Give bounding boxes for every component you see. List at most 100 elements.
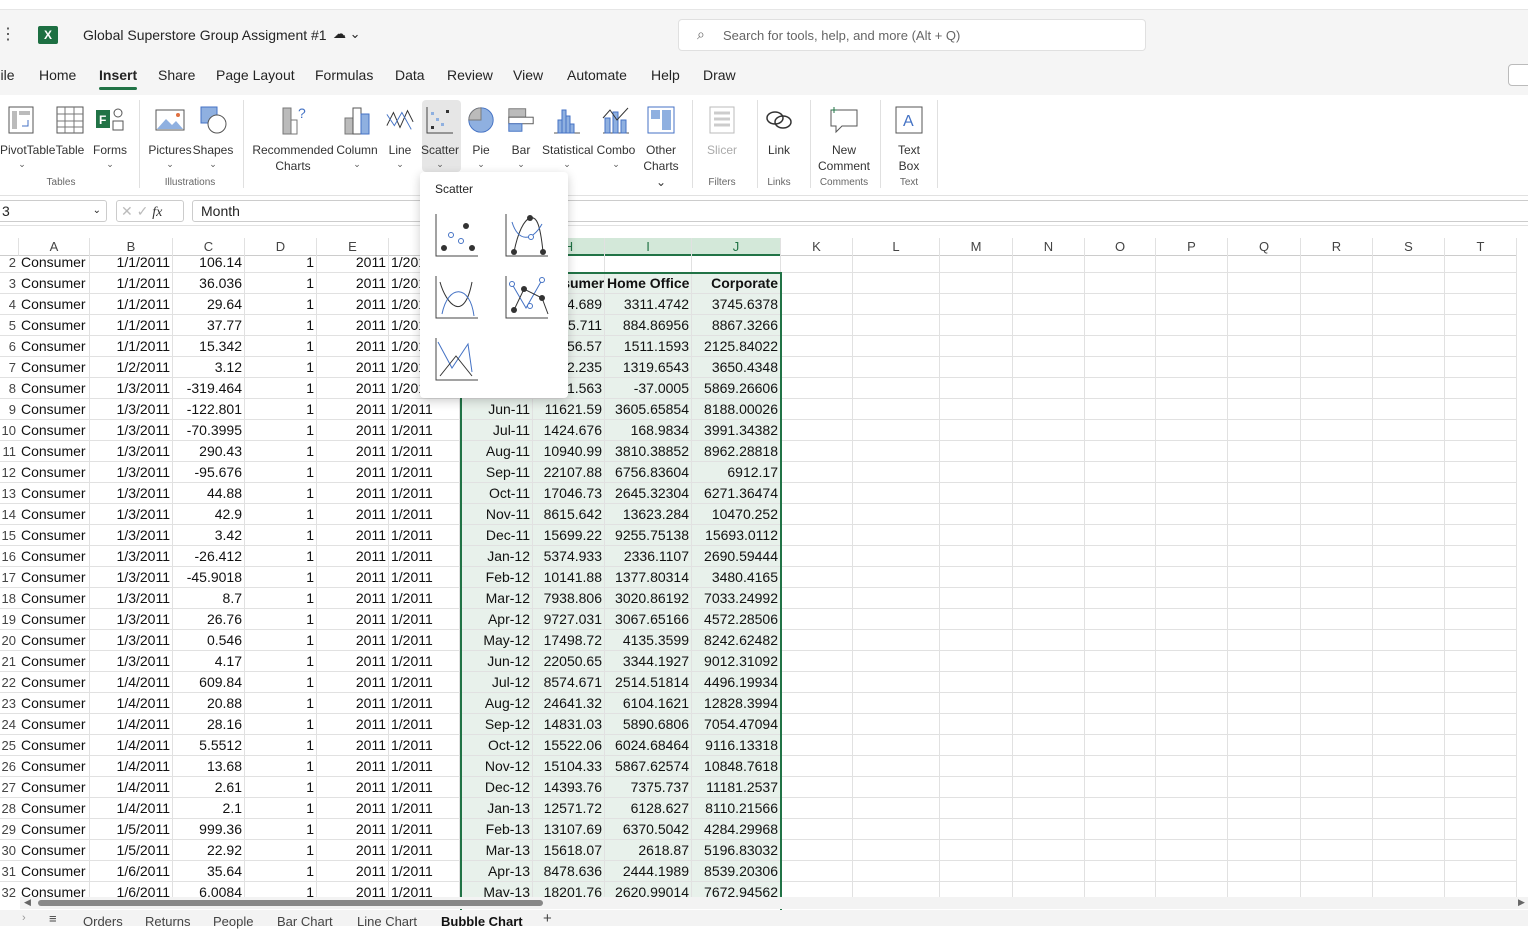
cell-l31[interactable] xyxy=(853,861,940,882)
cell-h19[interactable]: 9727.031 xyxy=(533,609,605,630)
cell-b27[interactable]: 1/4/2011 xyxy=(90,777,173,798)
cell-o18[interactable] xyxy=(1085,588,1156,609)
cell-g22[interactable]: Jul-12 xyxy=(460,672,533,693)
cell-f32[interactable]: 1/2011 xyxy=(389,882,460,898)
cell-g25[interactable]: Oct-12 xyxy=(460,735,533,756)
cell-q8[interactable] xyxy=(1228,378,1301,399)
cell-f29[interactable]: 1/2011 xyxy=(389,819,460,840)
cell-n24[interactable] xyxy=(1013,714,1085,735)
cell-g24[interactable]: Sep-12 xyxy=(460,714,533,735)
cell-p14[interactable] xyxy=(1156,504,1228,525)
cell-s20[interactable] xyxy=(1373,630,1445,651)
cell-o15[interactable] xyxy=(1085,525,1156,546)
cell-r30[interactable] xyxy=(1301,840,1373,861)
cell-f9[interactable]: 1/2011 xyxy=(389,399,460,420)
cell-h29[interactable]: 13107.69 xyxy=(533,819,605,840)
cell-j16[interactable]: 2690.59444 xyxy=(692,546,781,567)
cell-g21[interactable]: Jun-12 xyxy=(460,651,533,672)
row-header[interactable]: 21 xyxy=(0,651,19,672)
cell-s32[interactable] xyxy=(1373,882,1445,898)
cell-t19[interactable] xyxy=(1445,609,1517,630)
cell-q12[interactable] xyxy=(1228,462,1301,483)
cell-q21[interactable] xyxy=(1228,651,1301,672)
cell-h21[interactable]: 22050.65 xyxy=(533,651,605,672)
cell-i4[interactable]: 3311.4742 xyxy=(605,294,692,315)
cell-n2[interactable] xyxy=(1013,252,1085,273)
cell-k22[interactable] xyxy=(781,672,853,693)
cell-c29[interactable]: 999.36 xyxy=(173,819,245,840)
cell-p22[interactable] xyxy=(1156,672,1228,693)
cell-m8[interactable] xyxy=(940,378,1013,399)
cell-p18[interactable] xyxy=(1156,588,1228,609)
cell-n8[interactable] xyxy=(1013,378,1085,399)
cell-j12[interactable]: 6912.17 xyxy=(692,462,781,483)
cell-q15[interactable] xyxy=(1228,525,1301,546)
cell-c12[interactable]: -95.676 xyxy=(173,462,245,483)
cell-i17[interactable]: 1377.80314 xyxy=(605,567,692,588)
cell-b14[interactable]: 1/3/2011 xyxy=(90,504,173,525)
cell-i16[interactable]: 2336.1107 xyxy=(605,546,692,567)
cell-j17[interactable]: 3480.4165 xyxy=(692,567,781,588)
name-box[interactable]: 3 ⌄ xyxy=(0,200,107,222)
cell-e32[interactable]: 2011 xyxy=(317,882,389,898)
cell-e17[interactable]: 2011 xyxy=(317,567,389,588)
cell-s22[interactable] xyxy=(1373,672,1445,693)
cell-n6[interactable] xyxy=(1013,336,1085,357)
cell-j30[interactable]: 5196.83032 xyxy=(692,840,781,861)
cell-l20[interactable] xyxy=(853,630,940,651)
cell-q26[interactable] xyxy=(1228,756,1301,777)
cell-s9[interactable] xyxy=(1373,399,1445,420)
cell-g18[interactable]: Mar-12 xyxy=(460,588,533,609)
cell-r12[interactable] xyxy=(1301,462,1373,483)
cell-t32[interactable] xyxy=(1445,882,1517,898)
cell-i8[interactable]: -37.0005 xyxy=(605,378,692,399)
sheet-tab-people[interactable]: People xyxy=(213,914,253,929)
cell-k17[interactable] xyxy=(781,567,853,588)
cell-r15[interactable] xyxy=(1301,525,1373,546)
cell-p13[interactable] xyxy=(1156,483,1228,504)
cell-c3[interactable]: 36.036 xyxy=(173,273,245,294)
forms-button[interactable]: F Forms ⌄ xyxy=(90,100,130,170)
cell-k23[interactable] xyxy=(781,693,853,714)
cell-j2[interactable] xyxy=(692,252,781,273)
cell-r14[interactable] xyxy=(1301,504,1373,525)
tab-scroll-icon[interactable]: › xyxy=(22,912,26,924)
cell-r7[interactable] xyxy=(1301,357,1373,378)
cell-a7[interactable]: Consumer xyxy=(19,357,90,378)
cell-j5[interactable]: 8867.3266 xyxy=(692,315,781,336)
document-title[interactable]: Global Superstore Group Assigment #1 xyxy=(83,27,327,43)
cell-t22[interactable] xyxy=(1445,672,1517,693)
cell-e28[interactable]: 2011 xyxy=(317,798,389,819)
cell-h27[interactable]: 14393.76 xyxy=(533,777,605,798)
cell-k19[interactable] xyxy=(781,609,853,630)
cell-h16[interactable]: 5374.933 xyxy=(533,546,605,567)
cell-i24[interactable]: 5890.6806 xyxy=(605,714,692,735)
cell-f16[interactable]: 1/2011 xyxy=(389,546,460,567)
row-header[interactable]: 17 xyxy=(0,567,19,588)
cell-p7[interactable] xyxy=(1156,357,1228,378)
slicer-button[interactable]: Slicer xyxy=(702,100,742,158)
cell-f20[interactable]: 1/2011 xyxy=(389,630,460,651)
cell-d3[interactable]: 1 xyxy=(245,273,317,294)
cell-l29[interactable] xyxy=(853,819,940,840)
cell-d4[interactable]: 1 xyxy=(245,294,317,315)
cell-g19[interactable]: Apr-12 xyxy=(460,609,533,630)
cell-s30[interactable] xyxy=(1373,840,1445,861)
row-header[interactable]: 15 xyxy=(0,525,19,546)
cell-i30[interactable]: 2618.87 xyxy=(605,840,692,861)
cell-t10[interactable] xyxy=(1445,420,1517,441)
cell-o13[interactable] xyxy=(1085,483,1156,504)
cell-c9[interactable]: -122.801 xyxy=(173,399,245,420)
cell-b32[interactable]: 1/6/2011 xyxy=(90,882,173,898)
cell-l13[interactable] xyxy=(853,483,940,504)
horizontal-scrollbar[interactable]: ◀ ▶ xyxy=(20,897,1528,909)
cell-o3[interactable] xyxy=(1085,273,1156,294)
shapes-button[interactable]: Shapes ⌄ xyxy=(190,100,236,170)
cell-r29[interactable] xyxy=(1301,819,1373,840)
cell-n9[interactable] xyxy=(1013,399,1085,420)
cell-q13[interactable] xyxy=(1228,483,1301,504)
cell-a8[interactable]: Consumer xyxy=(19,378,90,399)
cell-o20[interactable] xyxy=(1085,630,1156,651)
cell-b24[interactable]: 1/4/2011 xyxy=(90,714,173,735)
cell-d20[interactable]: 1 xyxy=(245,630,317,651)
